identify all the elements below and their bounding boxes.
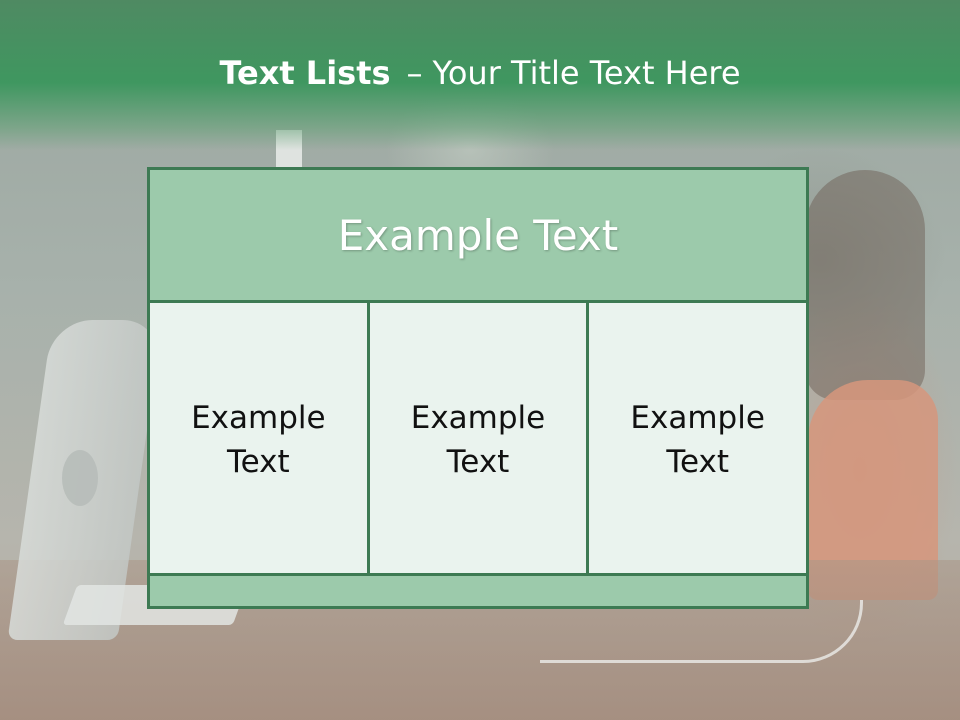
text-list-table: Example Text Example Text Example Text E… — [147, 167, 809, 609]
table-header: Example Text — [150, 170, 806, 303]
table-cell-1: Example Text — [150, 303, 367, 577]
slide: Text Lists – Your Title Text Here Example … — [0, 0, 960, 720]
table-cell-label: Example Text — [630, 400, 765, 480]
person-hair — [805, 170, 925, 400]
table-footer-bar — [150, 573, 806, 606]
table-header-label: Example Text — [337, 210, 619, 260]
title-rest: Your Title Text Here — [432, 54, 741, 92]
table-cell-3: Example Text — [586, 303, 806, 577]
title-strong: Text Lists — [219, 54, 391, 92]
table-cell-2: Example Text — [366, 303, 587, 577]
cable — [540, 600, 863, 663]
slide-title: Text Lists – Your Title Text Here — [0, 54, 960, 92]
computer-stand-hole — [62, 450, 98, 506]
table-cell-label: Example Text — [191, 400, 326, 480]
title-dash: – — [406, 54, 423, 92]
table-cells: Example Text Example Text Example Text — [150, 303, 806, 577]
table-cell-label: Example Text — [410, 400, 546, 480]
